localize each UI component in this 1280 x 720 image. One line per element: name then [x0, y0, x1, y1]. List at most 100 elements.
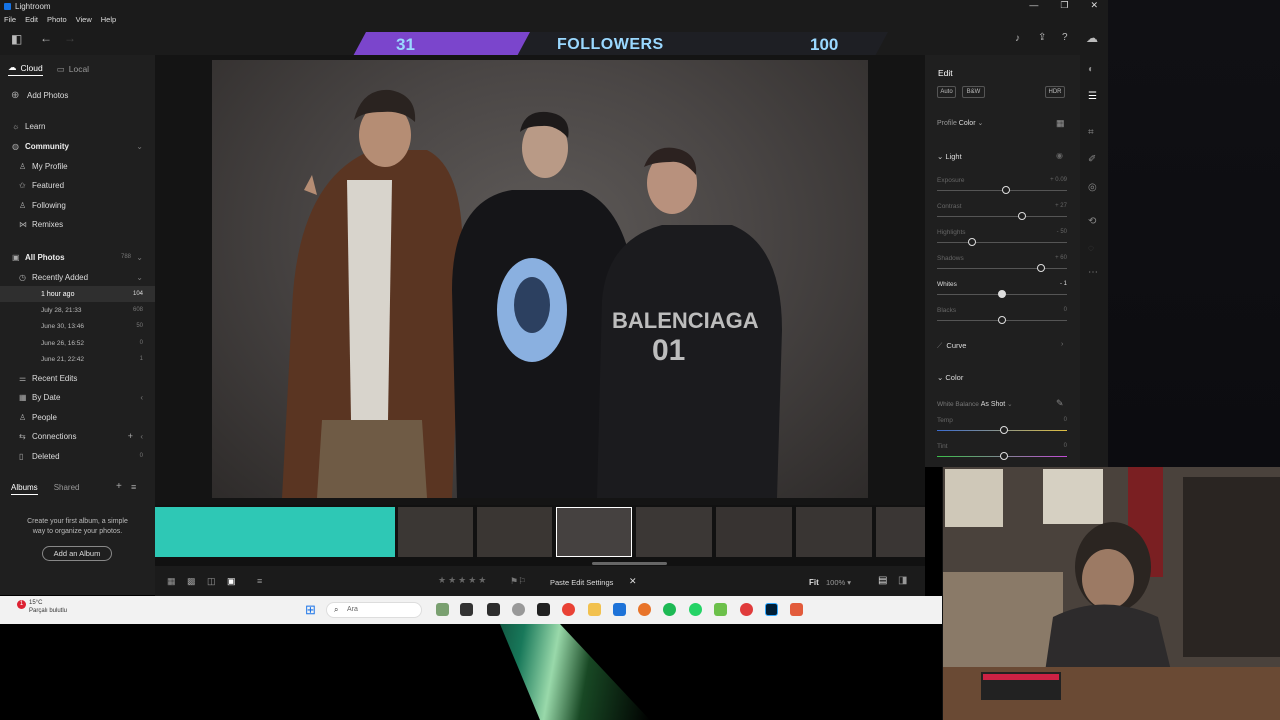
profile-browser-icon[interactable]: ▦ [1056, 118, 1065, 129]
sidebar-item-community[interactable]: ◍ Community ⌄ [0, 138, 155, 154]
chrome-icon[interactable] [562, 603, 575, 616]
sidebar-item-learn[interactable]: ☼ Learn [0, 118, 155, 134]
redeye-icon[interactable]: ◌ [1088, 243, 1094, 254]
lightroom-taskbar-icon[interactable] [765, 603, 778, 616]
slider-handle-whites[interactable] [998, 290, 1006, 298]
thumbnail-selected[interactable] [556, 507, 632, 557]
sidebar-item-people[interactable]: ♙ People [0, 409, 155, 425]
spotify-icon[interactable] [663, 603, 676, 616]
add-album-button[interactable]: Add an Album [42, 546, 112, 561]
chevron-left-icon[interactable]: ‹ [140, 432, 143, 441]
date-item[interactable]: June 21, 22:42 1 [0, 351, 155, 367]
app-icon[interactable] [487, 603, 500, 616]
sidebar-item-connections[interactable]: ⇆ Connections + ‹ [0, 428, 155, 444]
app-icon[interactable] [740, 603, 753, 616]
close-icon[interactable]: ✕ [629, 576, 637, 587]
slider-value-contrast[interactable]: + 27 [1055, 203, 1067, 209]
more-icon[interactable]: ⋯ [1088, 267, 1098, 278]
date-item[interactable]: 1 hour ago 104 [0, 286, 155, 302]
app-icon[interactable] [638, 603, 651, 616]
thumbnail[interactable] [477, 507, 552, 557]
plus-icon[interactable]: + [116, 481, 122, 492]
tint-slider-handle[interactable] [1000, 452, 1008, 460]
sort-icon[interactable]: ≡ [131, 482, 136, 492]
thumbnail[interactable] [398, 507, 473, 557]
thumbnail[interactable] [716, 507, 792, 557]
thumbnail[interactable] [876, 507, 925, 557]
tab-shared[interactable]: Shared [54, 483, 80, 495]
slider-value-exposure[interactable]: + 0.09 [1050, 177, 1067, 183]
slider-handle-shadows[interactable] [1037, 264, 1045, 272]
chevron-down-icon[interactable]: ⌄ [136, 253, 143, 262]
thumbnail[interactable] [155, 507, 395, 557]
square-grid-icon[interactable]: ▩ [187, 576, 196, 587]
chevron-down-icon[interactable]: ⌄ [136, 142, 143, 151]
weather-widget[interactable]: 15°C Parçalı bulutlu [16, 599, 67, 615]
scroll-knob[interactable] [592, 562, 667, 565]
sidebar-item-my-profile[interactable]: ♙ My Profile [0, 158, 155, 174]
split-view-icon[interactable]: ◨ [898, 575, 907, 586]
slider-value-whites[interactable]: - 1 [1060, 281, 1067, 287]
eyedropper-icon[interactable]: ✎ [1056, 398, 1064, 409]
date-item[interactable]: June 30, 13:46 50 [0, 318, 155, 334]
tab-albums[interactable]: Albums [11, 483, 38, 495]
healing-brush-icon[interactable]: ✐ [1088, 154, 1096, 165]
add-photos-button[interactable]: ⊕ Add Photos [0, 87, 155, 103]
compare-icon[interactable]: ▤ [878, 575, 887, 586]
help-icon[interactable]: ? [1062, 32, 1068, 43]
grid-view-icon[interactable]: ▦ [167, 576, 176, 587]
slider-track-contrast[interactable] [937, 216, 1067, 217]
edit-sliders-icon[interactable]: ☰ [1088, 91, 1097, 102]
whatsapp-icon[interactable] [689, 603, 702, 616]
detail-view-icon[interactable]: ◫ [207, 576, 216, 587]
white-balance-selector[interactable]: White Balance As Shot ⌄ [937, 400, 1013, 408]
versions-icon[interactable]: ⟲ [1088, 216, 1096, 227]
bw-button[interactable]: B&W [962, 86, 985, 98]
single-view-icon[interactable]: ▣ [227, 576, 236, 587]
cloud-icon[interactable]: ☁ [1086, 31, 1098, 45]
date-item[interactable]: July 28, 21:33 608 [0, 302, 155, 318]
slider-track-shadows[interactable] [937, 268, 1067, 269]
menu-photo[interactable]: Photo [47, 15, 67, 24]
slider-track-highlights[interactable] [937, 242, 1067, 243]
slider-value-shadows[interactable]: + 60 [1055, 255, 1067, 261]
menu-view[interactable]: View [76, 15, 92, 24]
menu-file[interactable]: File [4, 15, 16, 24]
share-icon[interactable]: ⇪ [1038, 32, 1046, 43]
minimize-button[interactable]: — [1029, 0, 1038, 11]
file-explorer-icon[interactable] [460, 603, 473, 616]
chevron-down-icon[interactable]: ⌄ [136, 273, 143, 282]
panel-toggle-icon[interactable]: ◧ [11, 32, 22, 46]
chevron-left-icon[interactable]: ‹ [140, 393, 143, 402]
color-section[interactable]: ⌄ Color [937, 373, 963, 382]
sidebar-item-all-photos[interactable]: ▣ All Photos 788 ⌄ [0, 249, 155, 265]
app-icon[interactable] [790, 603, 803, 616]
masking-icon[interactable]: ◎ [1088, 182, 1097, 193]
date-item[interactable]: June 26, 16:52 0 [0, 335, 155, 351]
light-section[interactable]: ⌄ Light [937, 152, 962, 161]
sidebar-item-following[interactable]: ♙ Following [0, 197, 155, 213]
eye-icon[interactable]: ◉ [1056, 151, 1063, 160]
curve-section[interactable]: ⟋ Curve [937, 341, 966, 351]
maximize-button[interactable]: ❐ [1060, 0, 1068, 11]
crop-icon[interactable]: ⌗ [1088, 127, 1094, 138]
thumbnail[interactable] [636, 507, 712, 557]
slider-handle-highlights[interactable] [968, 238, 977, 246]
slider-value-blacks[interactable]: 0 [1064, 307, 1067, 313]
rating-stars-icon[interactable]: ★★★★★ [438, 575, 488, 586]
auto-button[interactable]: Auto [937, 86, 956, 98]
tab-local[interactable]: ▭ Local [57, 62, 89, 76]
menu-edit[interactable]: Edit [25, 15, 38, 24]
slider-handle-blacks[interactable] [998, 316, 1006, 324]
chevron-right-icon[interactable]: › [1061, 341, 1063, 348]
zoom-fit-button[interactable]: Fit [809, 578, 819, 587]
presets-icon[interactable]: ◐ [1088, 64, 1094, 75]
sidebar-item-remixes[interactable]: ⋈ Remixes [0, 216, 155, 232]
tab-cloud[interactable]: ☁ Cloud [8, 62, 43, 76]
app-icon[interactable] [512, 603, 525, 616]
app-icon[interactable] [537, 603, 550, 616]
sidebar-item-deleted[interactable]: ▯ Deleted 0 [0, 448, 155, 464]
paste-edit-settings-label[interactable]: Paste Edit Settings [550, 578, 613, 587]
store-icon[interactable] [613, 603, 626, 616]
plus-icon[interactable]: + [128, 431, 133, 441]
